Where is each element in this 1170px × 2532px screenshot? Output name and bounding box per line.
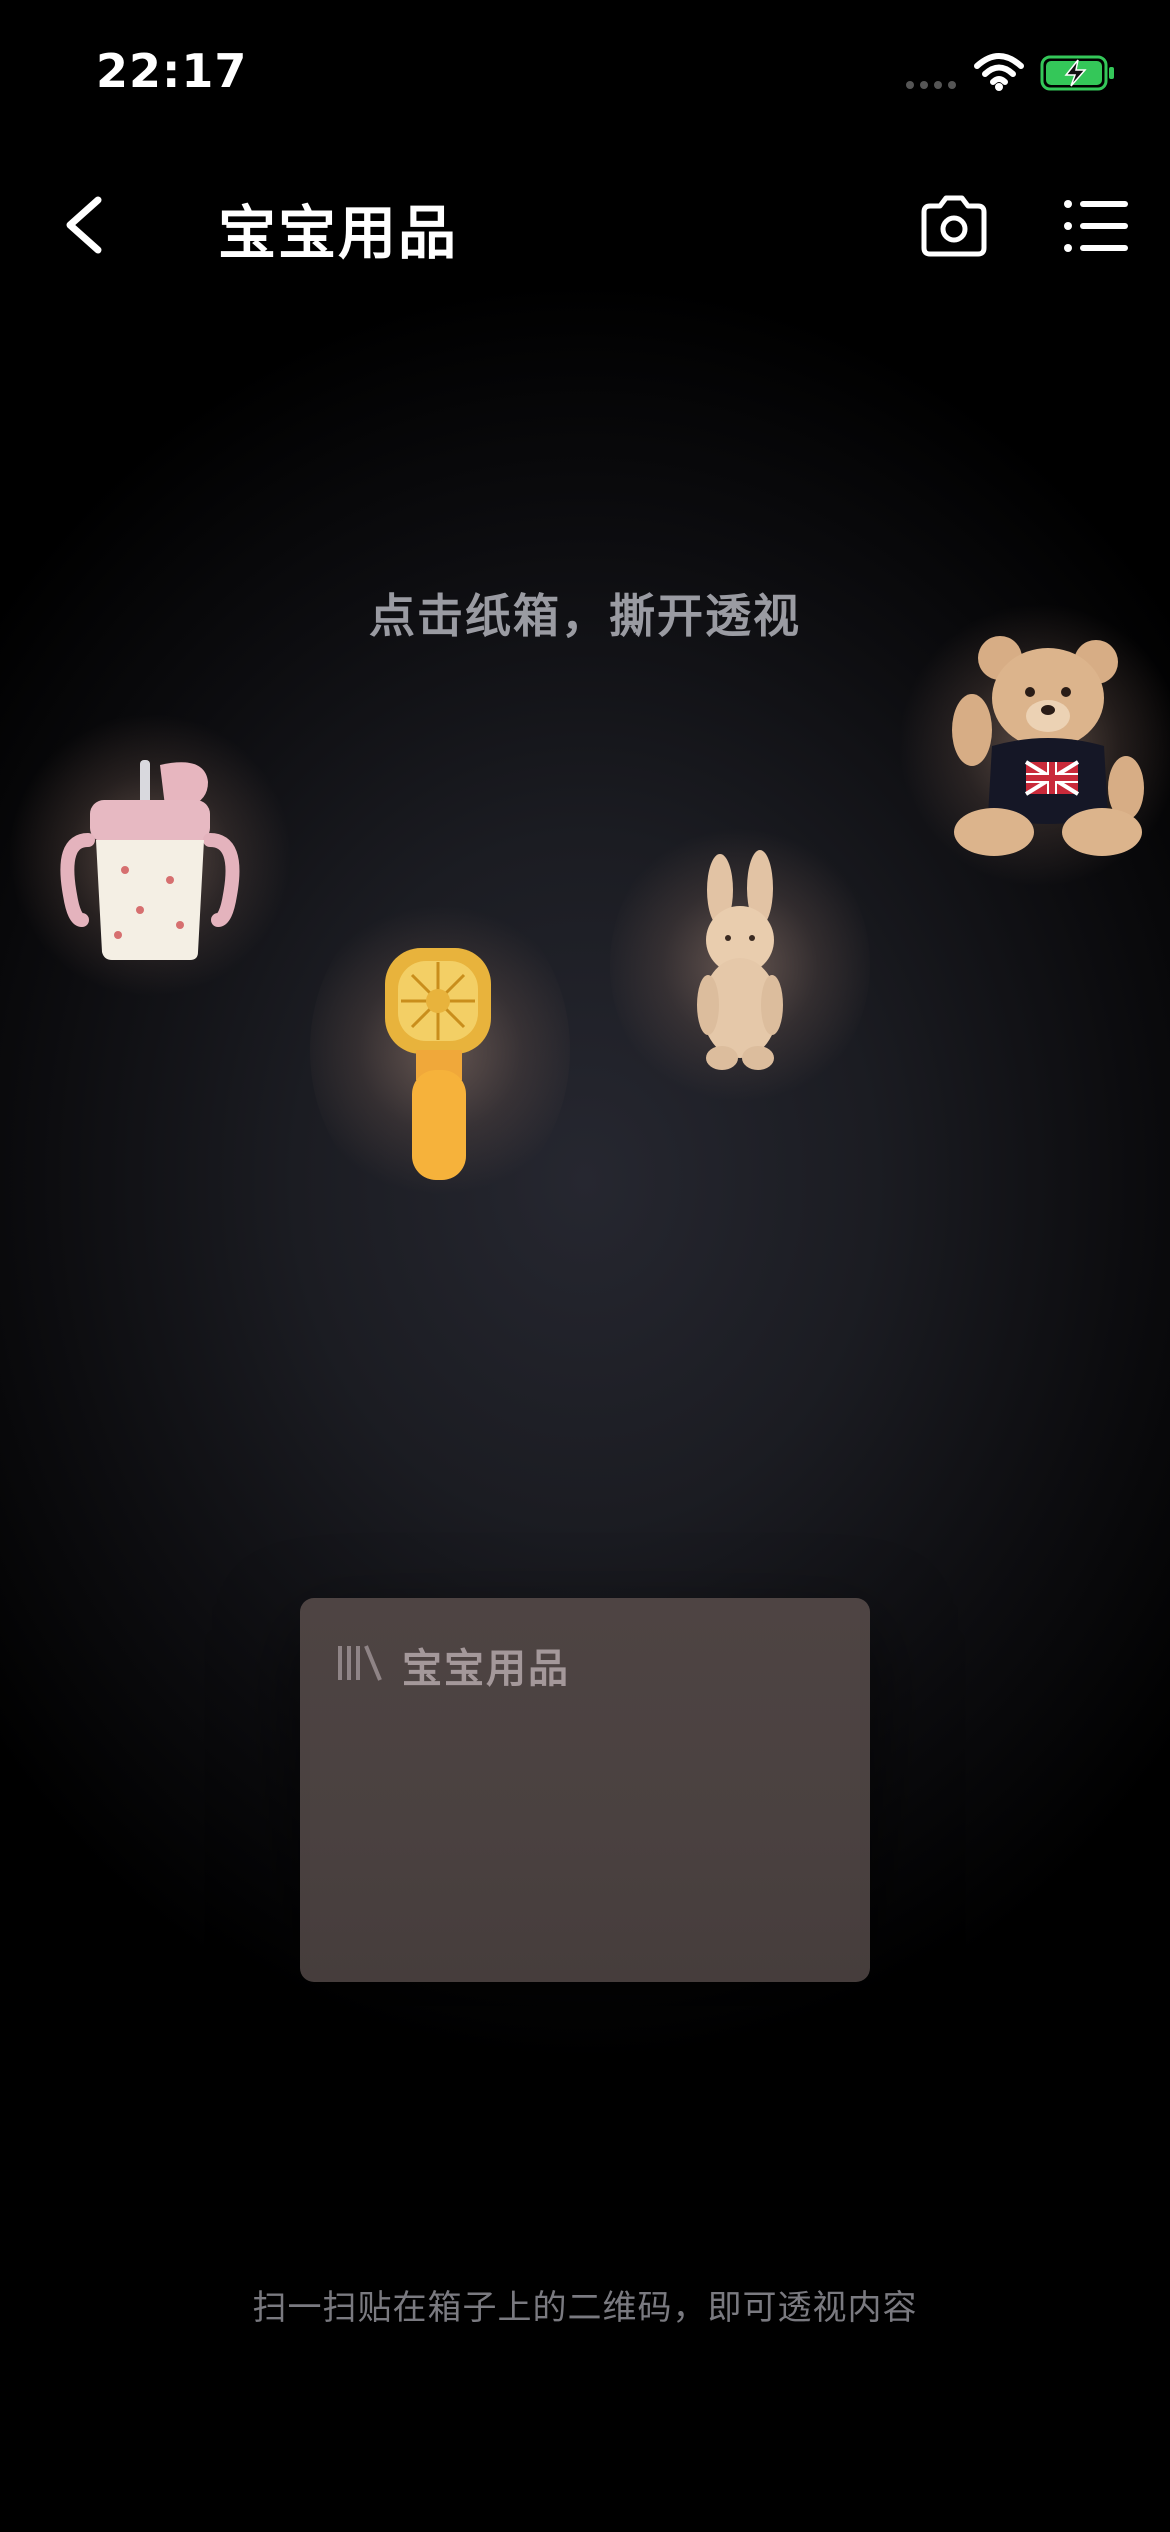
handheld-fan-icon <box>385 948 491 1180</box>
item-sippy-cup[interactable] <box>10 710 290 1000</box>
scan-qr-hint: 扫一扫贴在箱子上的二维码，即可透视内容 <box>252 2288 918 2328</box>
item-teddy-bear[interactable] <box>900 600 1170 890</box>
status-time: 22:17 <box>96 44 248 98</box>
page-title: 宝宝用品 <box>218 199 459 267</box>
wifi-icon <box>974 53 1024 91</box>
barcode-icon <box>338 1645 382 1681</box>
box-label: 宝宝用品 <box>402 1646 570 1692</box>
item-handheld-fan[interactable] <box>310 890 570 1210</box>
storage-box-card[interactable]: 宝宝用品 <box>300 1598 870 1982</box>
camera-icon[interactable] <box>916 194 992 258</box>
sippy-cup-icon <box>60 760 240 960</box>
plush-bunny-icon <box>697 850 783 1070</box>
teddy-bear-icon <box>952 636 1144 856</box>
battery-charging-icon <box>1040 55 1114 91</box>
status-bar: 22:17 <box>0 0 1170 150</box>
item-plush-bunny[interactable] <box>610 820 870 1110</box>
screen: 22:17 宝宝用品 点击纸箱，撕开透视 宝宝用品 扫一扫贴在箱子上的二维码，即… <box>0 0 1170 2532</box>
back-button[interactable] <box>52 190 122 260</box>
nav-bar: 宝宝用品 <box>0 170 1170 280</box>
list-menu-icon[interactable] <box>1062 194 1132 258</box>
signal-dots-icon <box>906 81 956 89</box>
